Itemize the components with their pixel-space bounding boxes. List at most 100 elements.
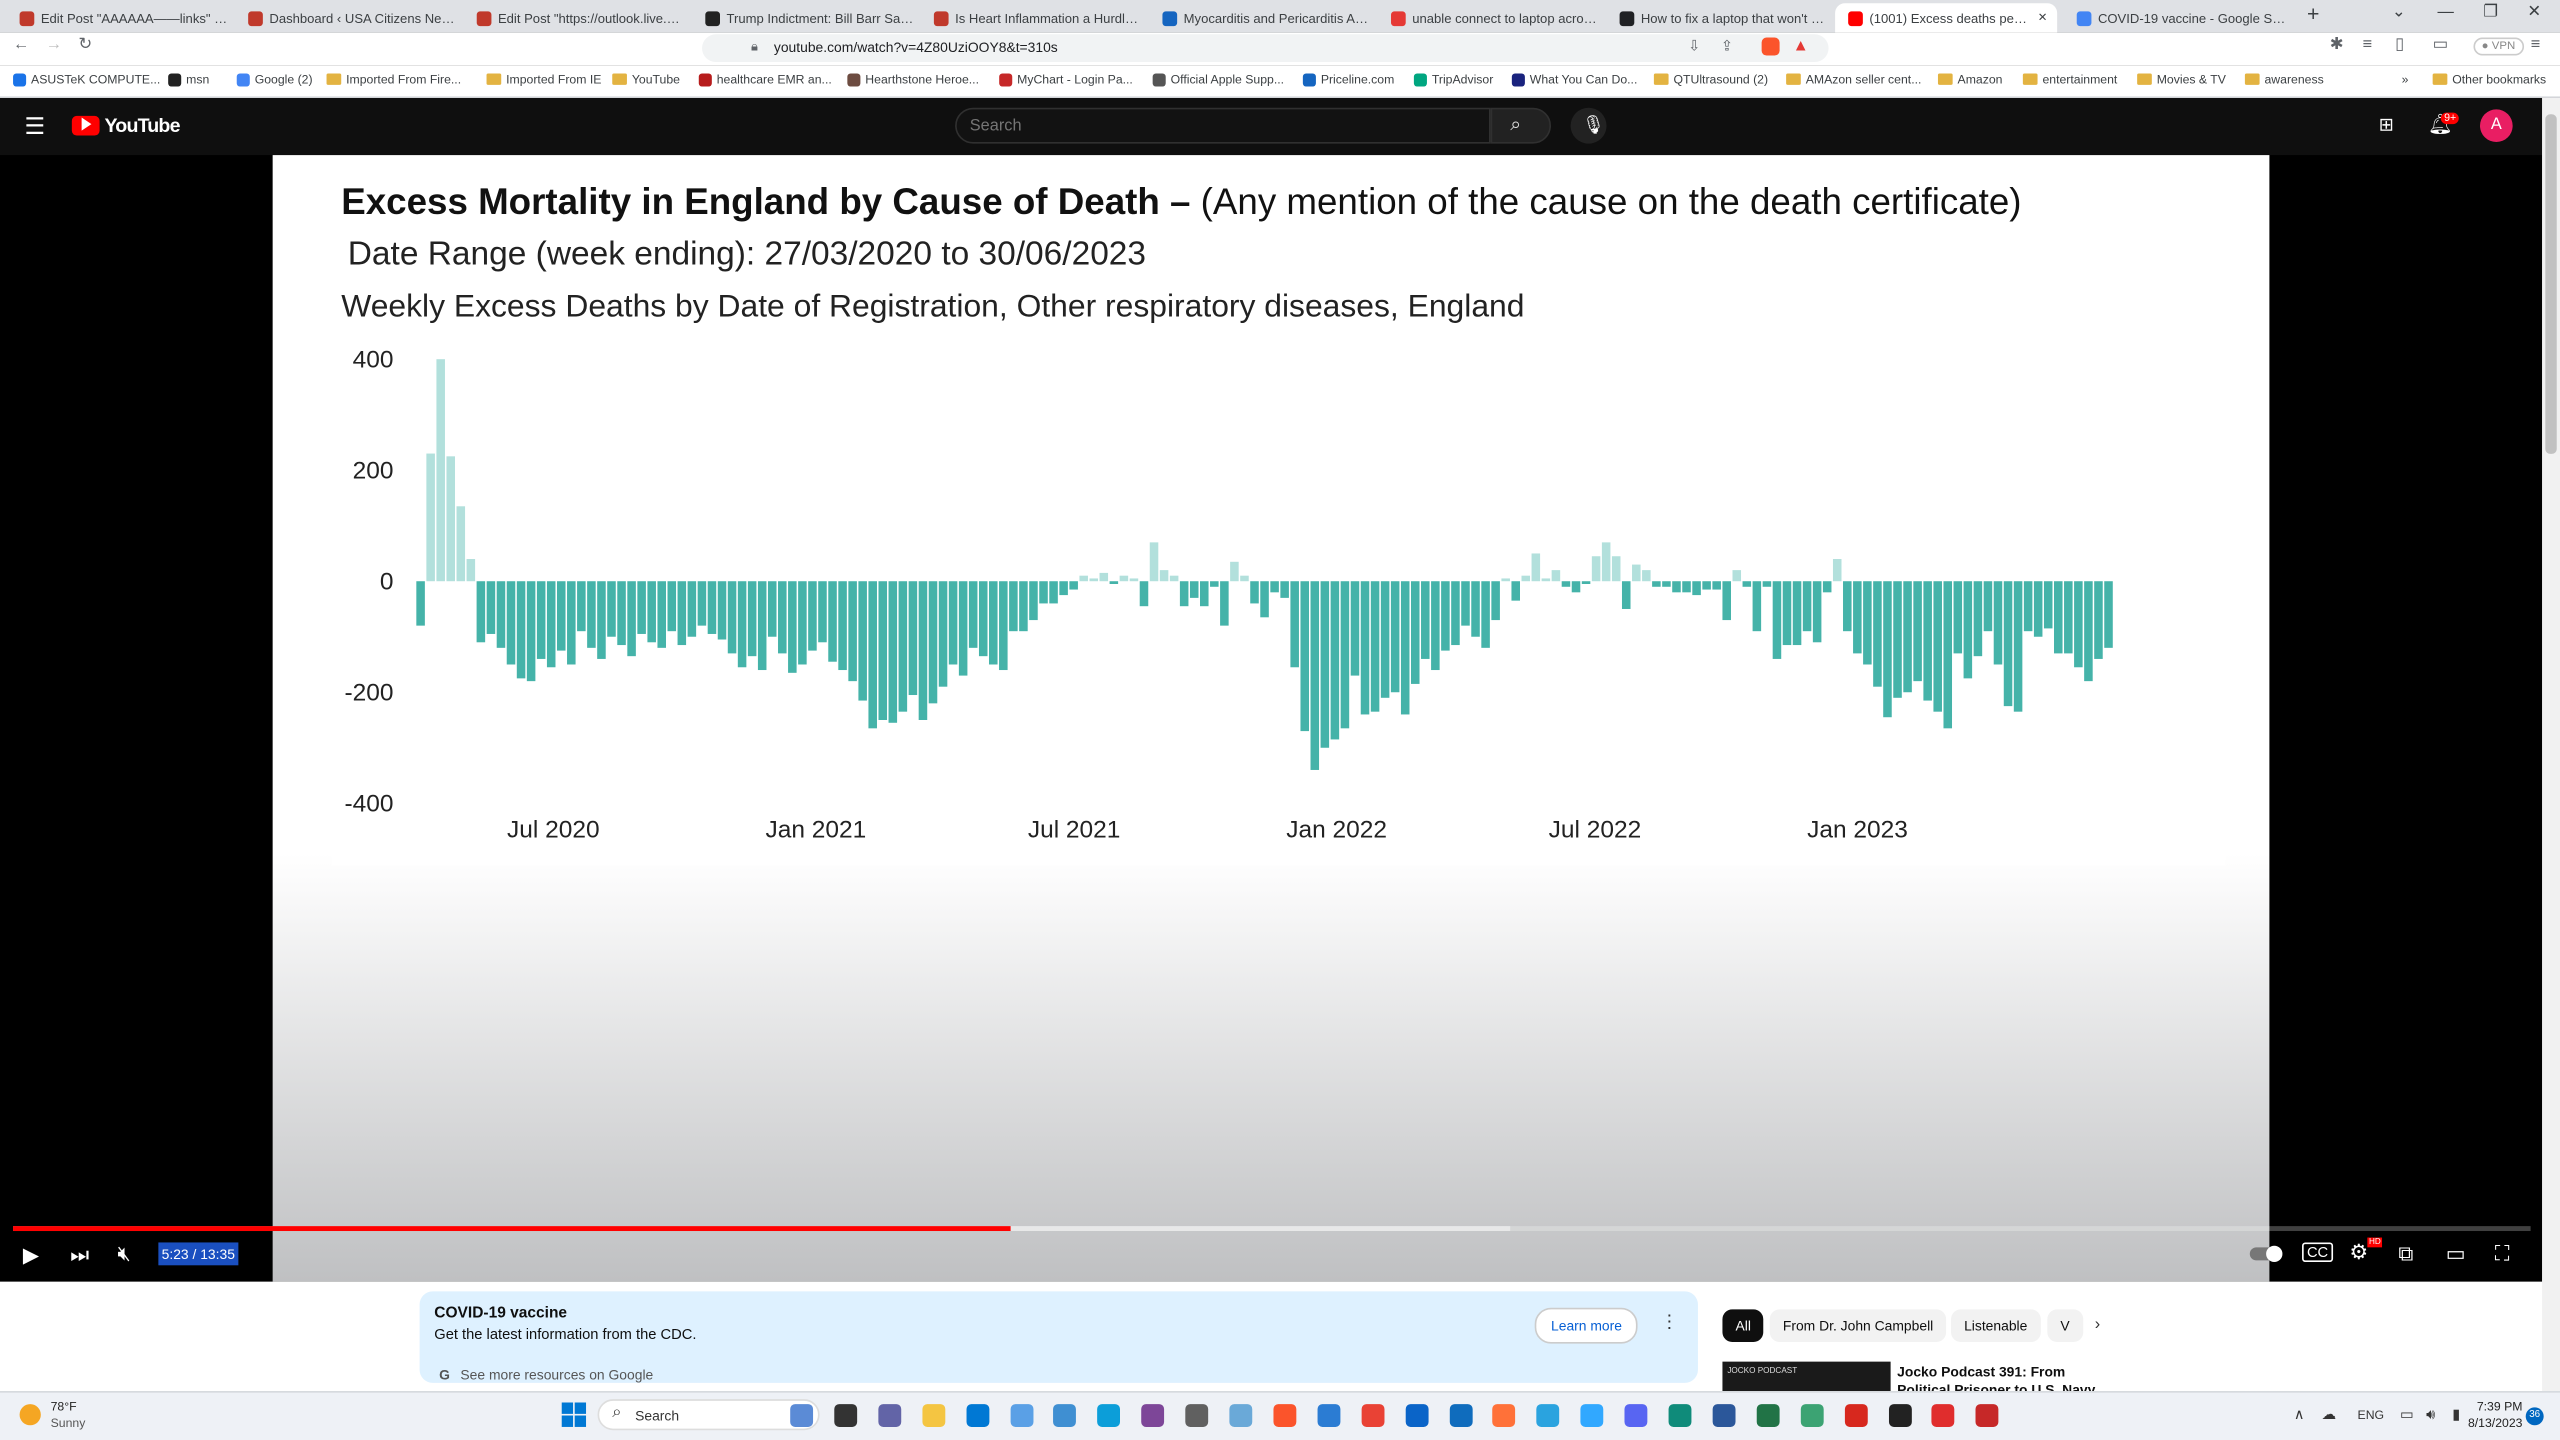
discord-icon[interactable] [1624,1404,1648,1427]
recommended-thumbnail[interactable]: JOCKO PODCAST [1722,1361,1891,1392]
notepad-icon[interactable] [1229,1404,1253,1427]
more-actions-icon[interactable]: ⋮ [1660,1311,1678,1333]
photoshop-icon[interactable] [1580,1404,1604,1427]
bookmark-folder[interactable]: awareness [2244,72,2324,87]
bookmark-folder[interactable]: YouTube [612,72,680,87]
wallet-icon[interactable]: ▭ [2433,36,2448,54]
bookmark-link[interactable]: TripAdvisor [1413,72,1493,87]
tray-overflow-icon[interactable]: ∧ [2294,1406,2305,1424]
bookmark-folder[interactable]: Imported From IE [486,72,601,87]
notification-center-badge[interactable]: 36 [2525,1407,2544,1426]
mute-icon[interactable]: 🔇︎ [118,1241,131,1267]
acrobat-icon[interactable] [1844,1404,1868,1427]
sway-icon[interactable] [1668,1404,1692,1427]
brave-icon[interactable] [1273,1404,1297,1427]
ime-icon[interactable] [1888,1404,1912,1427]
browser-tab[interactable]: Edit Post "https://outlook.live.com/c [464,3,686,32]
calendar-icon[interactable] [1448,1404,1472,1427]
store-icon[interactable] [965,1404,989,1427]
restore-button[interactable]: ❐ [2483,3,2498,21]
settings-gear-icon[interactable]: ⚙︎ [2349,1239,2368,1265]
task-view-icon[interactable] [834,1404,857,1427]
create-video-icon[interactable]: ⊞ [2379,114,2394,136]
notes-icon[interactable] [1317,1404,1341,1427]
browser-tab[interactable]: COVID-19 vaccine - Google Search [2064,3,2286,32]
cloud-icon[interactable]: ☁︎ [2322,1406,2337,1424]
widgets-icon[interactable] [790,1404,814,1427]
project-icon[interactable] [1800,1404,1824,1427]
word-icon[interactable] [1712,1404,1736,1427]
recommended-title[interactable]: Jocko Podcast 391: From Political Prison… [1897,1363,2101,1391]
teams-chat-icon[interactable] [878,1404,901,1427]
tab-search-icon[interactable]: ⌄ [2392,3,2406,21]
language-indicator[interactable]: ENG [2358,1407,2385,1422]
bookmark-link[interactable]: ASUSTeK COMPUTE... [13,72,160,87]
brave-rewards-icon[interactable]: ▲ [1793,38,1809,56]
bookmark-link[interactable]: Hearthstone Heroe... [847,72,979,87]
clock-date[interactable]: 8/13/2023 [2456,1416,2522,1431]
reload-icon[interactable]: ↻ [78,36,92,54]
outlook-icon[interactable] [1405,1404,1428,1427]
vpn-button[interactable]: ● VPN [2473,37,2524,56]
filter-chip[interactable]: V [2047,1309,2083,1343]
new-tab-button[interactable]: + [2307,2,2319,26]
close-tab-icon[interactable]: ✕ [2038,6,2057,30]
theater-mode-icon[interactable]: ▭ [2446,1241,2466,1267]
firefox-icon[interactable] [1492,1404,1516,1427]
photos-icon[interactable] [1009,1404,1033,1427]
network-icon[interactable]: ▭ [2400,1406,2414,1424]
browser-tab[interactable]: unable connect to laptop across net [1378,3,1600,32]
play-button-icon[interactable]: ▶ [23,1242,39,1268]
start-button-windows-icon[interactable] [561,1402,587,1427]
browser-tab[interactable]: Myocarditis and Pericarditis After m [1149,3,1371,32]
bookmark-link[interactable]: MyChart - Login Pa... [999,72,1133,87]
extensions-icon[interactable]: ✱ [2330,36,2344,54]
more-bookmarks-button[interactable]: » [2402,72,2409,87]
weather-sun-icon[interactable] [19,1404,41,1426]
app-icon[interactable] [1053,1404,1077,1427]
bookmark-folder[interactable]: entertainment [2022,72,2117,87]
lock-icon[interactable]: 🔒︎ [751,39,758,55]
bookmark-folder[interactable]: Imported From Fire... [326,72,461,87]
bookmark-link[interactable]: healthcare EMR an... [698,72,832,87]
install-app-icon[interactable]: ⇩ [1688,38,1700,56]
brave-b-icon[interactable] [1932,1404,1955,1427]
playlist-icon[interactable]: ≡ [2362,36,2372,54]
bookmark-link[interactable]: Official Apple Supp... [1152,72,1284,87]
chips-next-icon[interactable]: › [2095,1316,2100,1334]
browser-tab[interactable]: Edit Post "AAAAAA——links" · USA C [7,3,229,32]
taskbar-search-box[interactable]: ⌕ Search [597,1399,820,1431]
filter-chip[interactable]: All [1722,1309,1765,1343]
close-window-button[interactable]: ✕ [2527,3,2541,21]
file-explorer-icon[interactable] [921,1404,945,1427]
url-text[interactable]: youtube.com/watch?v=4Z80UziOOY8&t=310s [774,39,1058,55]
bookmark-folder[interactable]: Movies & TV [2137,72,2226,87]
see-more-link[interactable]: See more resources on Google [460,1367,653,1383]
browser-tab[interactable]: Dashboard ‹ USA Citizens Network — [235,3,457,32]
other-bookmarks-folder[interactable]: Other bookmarks [2432,72,2546,87]
tor-icon[interactable] [1141,1404,1165,1427]
next-video-icon[interactable]: ⏭︎ [70,1242,89,1268]
youtube-search-input[interactable] [955,107,1491,144]
filter-chip[interactable]: Listenable [1951,1309,2041,1343]
browser-tab[interactable]: Trump Indictment: Bill Barr Says Do [692,3,914,32]
bookmark-link[interactable]: Google (2) [236,72,313,87]
clock-time[interactable]: 7:39 PM [2464,1399,2523,1414]
browser-tab[interactable]: (1001) Excess deaths persist - Yo ✕ [1835,3,2058,33]
minimize-button[interactable]: — [2438,3,2454,21]
excel-icon[interactable] [1756,1404,1780,1427]
browser-tab[interactable]: How to fix a laptop that won't conn [1607,3,1829,32]
browser-tab[interactable]: Is Heart Inflammation a Hurdle to Va [921,3,1143,32]
sidebar-icon[interactable]: ▯ [2395,36,2404,54]
calculator-icon[interactable] [1185,1404,1209,1427]
bookmark-link[interactable]: msn [168,72,209,87]
chrome-icon[interactable] [1361,1404,1384,1427]
weather-temp[interactable]: 78°F [51,1399,77,1414]
volume-icon[interactable]: 🔊︎ [2426,1406,2435,1424]
captions-icon[interactable]: CC [2302,1242,2334,1263]
bookmark-folder[interactable]: Amazon [1937,72,2002,87]
bookmark-link[interactable]: Priceline.com [1302,72,1394,87]
guide-menu-icon[interactable]: ☰ [24,113,45,141]
browser-menu-icon[interactable]: ≡ [2531,36,2541,54]
youtube-logo-text[interactable]: YouTube [104,114,180,137]
